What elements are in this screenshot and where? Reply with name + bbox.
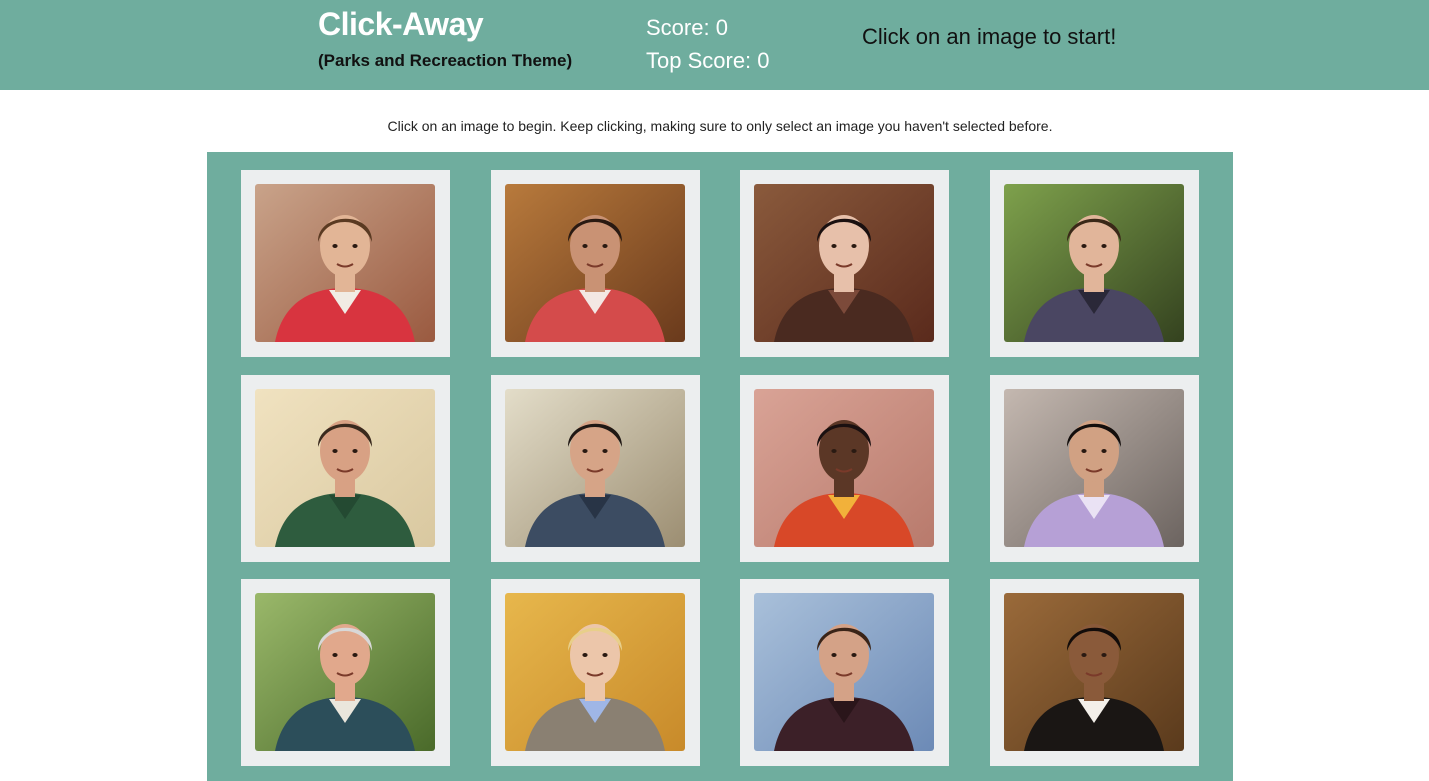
character-card-jean-ralphio[interactable] — [491, 375, 700, 562]
character-photo[interactable] — [1004, 389, 1184, 547]
character-photo[interactable] — [255, 593, 435, 751]
character-card-chris-traeger[interactable] — [241, 375, 450, 562]
character-photo[interactable] — [1004, 593, 1184, 751]
score-display: Score: 0 — [646, 15, 728, 40]
instructions-text: Click on an image to begin. Keep clickin… — [387, 118, 1053, 134]
character-card-ann-perkins[interactable] — [491, 170, 700, 357]
top-score-display: Top Score: 0 — [646, 48, 770, 73]
card-board — [207, 152, 1233, 781]
character-card-donna-meagle[interactable] — [740, 375, 949, 562]
character-card-tom-haverford-alt[interactable] — [990, 375, 1199, 562]
app-title[interactable]: Click-Away — [318, 6, 484, 43]
character-photo[interactable] — [505, 184, 685, 342]
status-message: Click on an image to start! — [862, 24, 1117, 49]
character-card-april-ludgate[interactable] — [740, 170, 949, 357]
character-photo[interactable] — [754, 593, 934, 751]
character-photo[interactable] — [754, 184, 934, 342]
character-photo[interactable] — [255, 184, 435, 342]
character-photo[interactable] — [255, 389, 435, 547]
character-card-ben-wyatt[interactable] — [990, 170, 1199, 357]
character-photo[interactable] — [505, 389, 685, 547]
character-card-tom-haverford[interactable] — [990, 579, 1199, 766]
navbar: Click-Away (Parks and Recreaction Theme)… — [0, 0, 1429, 90]
character-photo[interactable] — [1004, 184, 1184, 342]
character-card-andy-dwyer[interactable] — [241, 170, 450, 357]
character-card-ron-swanson[interactable] — [740, 579, 949, 766]
character-photo[interactable] — [754, 389, 934, 547]
character-card-leslie-knope[interactable] — [491, 579, 700, 766]
app-subtitle: (Parks and Recreaction Theme) — [318, 51, 573, 70]
character-card-jerry-gergich[interactable] — [241, 579, 450, 766]
character-photo[interactable] — [505, 593, 685, 751]
